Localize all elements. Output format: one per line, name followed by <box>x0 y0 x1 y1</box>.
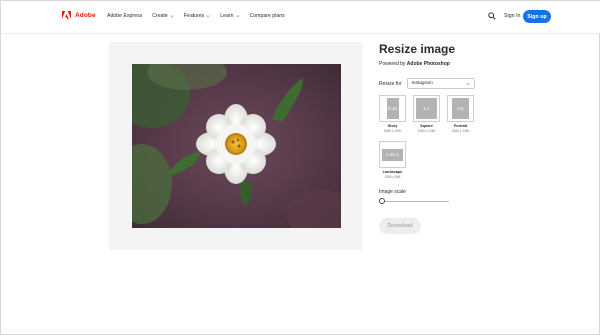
nav-label: Compare plans <box>249 13 285 19</box>
powered-by-prefix: Powered by <box>379 61 406 67</box>
chevron-down-icon <box>206 15 210 18</box>
preset-square[interactable]: 1:1 Square 1080 x 1080 <box>413 95 440 133</box>
preset-ratio: 1.91:1 <box>382 148 403 161</box>
preset-story[interactable]: 9:16 Story 1080 x 1920 <box>379 95 406 133</box>
page-frame: Adobe Adobe Express Create Features Lear… <box>0 0 600 335</box>
resize-for-label: Resize for <box>379 80 402 87</box>
nav-learn[interactable]: Learn <box>220 13 239 19</box>
powered-by: Powered by Adobe Photoshop <box>379 61 509 67</box>
preset-portrait[interactable]: 4:5 Portrait 1080 x 1350 <box>447 95 474 133</box>
image-scale-label: Image scale <box>379 189 406 195</box>
resize-for-row: Resize for Instagram <box>379 78 475 89</box>
nav-create[interactable]: Create <box>152 13 174 19</box>
preset-ratio: 9:16 <box>386 98 399 119</box>
preset-dims: 1080 x 1920 <box>383 129 402 133</box>
chevron-down-icon <box>236 15 239 18</box>
nav-compare-plans[interactable]: Compare plans <box>250 13 285 19</box>
chevron-down-icon <box>466 82 469 85</box>
adobe-logo-icon <box>62 11 71 19</box>
preset-thumbnail: 1:1 <box>413 95 440 122</box>
chevron-down-icon <box>170 15 174 18</box>
download-label: Download <box>387 223 413 229</box>
slider-thumb[interactable] <box>379 198 385 204</box>
flower-photo <box>132 64 341 228</box>
nav-label: Create <box>152 13 168 19</box>
preset-thumbnail: 9:16 <box>379 95 406 122</box>
preset-dims: 1080 x 1350 <box>451 129 470 133</box>
image-scale-slider[interactable] <box>379 198 449 204</box>
nav-label: Features <box>183 13 205 19</box>
preset-dims: 1080 x 566 <box>384 175 401 179</box>
preset-name: Portrait <box>453 124 468 128</box>
slider-track <box>382 200 449 202</box>
flower-photo-image <box>132 64 341 228</box>
preset-thumbnail: 1.91:1 <box>379 141 406 168</box>
nav-features[interactable]: Features <box>184 13 210 19</box>
nav-adobe-express[interactable]: Adobe Express <box>107 13 142 19</box>
preset-name: Square <box>420 124 433 128</box>
main-nav: Adobe Express Create Features Learn Comp… <box>107 13 285 19</box>
brand-name: Adobe <box>75 11 96 19</box>
resize-for-value: Instagram <box>411 81 433 86</box>
preset-thumbnail: 4:5 <box>447 95 474 122</box>
download-button[interactable]: Download <box>379 218 421 234</box>
adobe-logo[interactable]: Adobe <box>62 11 96 19</box>
preset-landscape[interactable]: 1.91:1 Landscape 1080 x 566 <box>379 141 406 179</box>
preset-ratio: 4:5 <box>452 98 469 119</box>
sign-up-button[interactable]: Sign up <box>523 10 551 23</box>
page-title: Resize image <box>379 42 456 56</box>
nav-label: Adobe Express <box>107 13 143 19</box>
nav-label: Learn <box>220 13 234 19</box>
top-nav-bar: Adobe Adobe Express Create Features Lear… <box>1 1 600 34</box>
sign-in-link[interactable]: Sign In <box>504 13 521 19</box>
resize-for-select[interactable]: Instagram <box>406 78 475 89</box>
powered-by-brand: Adobe Photoshop <box>406 61 450 67</box>
preset-dims: 1080 x 1080 <box>417 129 436 133</box>
resize-panel: Resize image Powered by Adobe Photoshop … <box>379 42 509 234</box>
preset-name: Story <box>387 124 398 128</box>
preset-name: Landscape <box>382 170 403 174</box>
preset-ratio: 1:1 <box>416 98 437 119</box>
sign-up-label: Sign up <box>527 13 547 20</box>
search-icon[interactable] <box>488 12 496 20</box>
